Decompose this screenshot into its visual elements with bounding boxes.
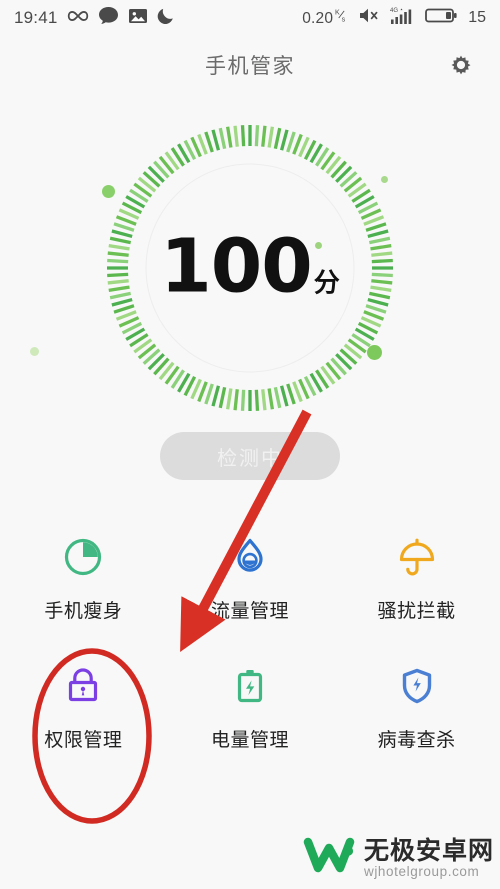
w-logo-icon [303,834,355,883]
svg-text:K: K [335,9,340,17]
feature-label: 流量管理 [210,600,289,622]
decor-dot-left-large [102,185,115,198]
umbrella-icon [392,532,442,582]
battery-icon [425,7,458,29]
feature-grid: 手机瘦身 流量管理 骚扰拦截 权限管理 电量管理 病毒查杀 [0,532,500,752]
status-bar-left: 19:41 [14,6,176,30]
data-rate: 0.20 K s [302,8,350,28]
battery-bolt-icon [225,661,275,711]
decor-dot-right-large [367,345,382,360]
watermark-text: 无极安卓网 wjhotelgroup.com [363,836,494,879]
feature-label: 权限管理 [44,729,123,751]
decor-dot-left-small [30,347,39,356]
score-ring[interactable]: 100分 [104,122,396,414]
signal-bars-icon: 4G [390,6,416,30]
feature-tile-phone-slimming[interactable]: 手机瘦身 [0,532,167,623]
feature-tile-virus-scan[interactable]: 病毒查杀 [333,661,500,752]
feature-label: 电量管理 [210,729,289,751]
infinity-icon [67,8,89,29]
feature-tile-data-usage[interactable]: 流量管理 [167,532,334,623]
watermark-name-cn: 无极安卓网 [363,836,494,866]
feature-tile-harassment-block[interactable]: 骚扰拦截 [333,532,500,623]
water-drop-icon [225,532,275,582]
feature-tile-battery-manager[interactable]: 电量管理 [167,661,334,752]
feature-tile-permission-manager[interactable]: 权限管理 [0,661,167,752]
status-time: 19:41 [14,8,58,27]
status-bar-right: 0.20 K s 4G 15 [302,6,486,30]
watermark-name-en: wjhotelgroup.com [363,863,480,879]
feature-label: 手机瘦身 [44,600,123,622]
score-section: 100分 [0,110,500,440]
image-icon [128,7,148,30]
status-bar: 19:41 0.20 K s 4G 15 [0,0,500,36]
data-rate-unit: K s [335,8,350,26]
feature-label: 骚扰拦截 [377,600,456,622]
feature-label: 病毒查杀 [377,729,456,751]
data-rate-value: 0.20 [302,10,334,27]
app-bar: 手机管家 [0,36,500,94]
decor-dot-inner-small [315,242,322,249]
moon-icon [157,6,176,30]
shield-bolt-icon [392,661,442,711]
score-unit: 分 [313,268,340,299]
gear-icon[interactable] [446,50,476,80]
decor-dot-right-small [381,176,388,183]
chat-bubble-icon [98,6,119,30]
pie-chart-icon [58,532,108,582]
lock-icon [58,661,108,711]
phone-screen: 19:41 0.20 K s 4G 15 手机管家 100分 检测中 手机瘦身 … [0,0,500,889]
scan-status-button[interactable]: 检测中 [160,432,340,480]
page-title: 手机管家 [205,54,295,78]
score-value-group: 100分 [104,223,396,309]
score-number: 100 [160,223,312,310]
speaker-mute-icon [359,7,381,29]
scan-status-label: 检测中 [217,445,283,470]
svg-text:s: s [342,15,346,23]
battery-level: 15 [468,9,486,26]
watermark: 无极安卓网 wjhotelgroup.com [303,834,494,883]
network-type-label: 4G [390,8,398,14]
